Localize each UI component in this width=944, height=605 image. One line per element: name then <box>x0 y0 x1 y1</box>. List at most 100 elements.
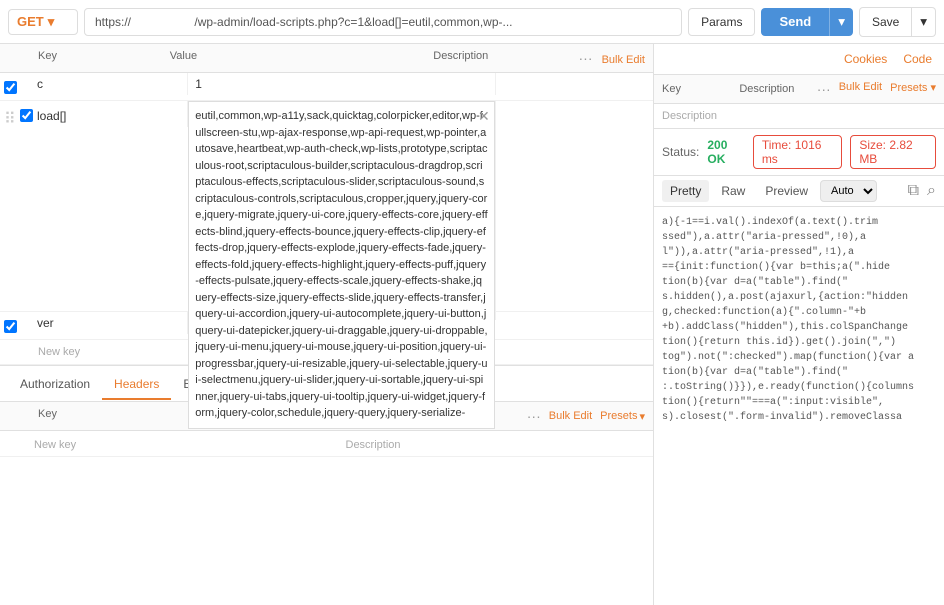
tab-preview-label: Preview <box>765 184 808 198</box>
time-label: Time: <box>762 138 792 152</box>
value-col-header: Value <box>170 50 434 66</box>
desc-col-header: Description <box>433 50 565 66</box>
tab-pretty[interactable]: Pretty <box>662 180 709 202</box>
headers-new-key-row: New key Description <box>0 431 653 457</box>
bulk-edit-button[interactable]: Bulk Edit <box>602 54 645 66</box>
desc-col <box>496 73 653 81</box>
value-col: ✕ eutil,common,wp-a11y,sack,quicktag,col… <box>188 101 496 311</box>
param-key: load[] <box>34 106 69 126</box>
headers-bulk-edit[interactable]: Bulk Edit <box>549 410 592 422</box>
tab-authorization-label: Authorization <box>20 377 90 391</box>
presets-label: Presets <box>600 410 637 422</box>
tab-headers-label: Headers <box>114 377 159 391</box>
key-col-header: Key <box>38 50 170 66</box>
rh-desc-header: Description <box>739 83 816 95</box>
top-bar: GET ▾ Params Send ▾ Save ▾ <box>0 0 944 44</box>
check-col <box>0 73 30 100</box>
size-label: Size: <box>859 138 886 152</box>
dots-menu[interactable]: ··· <box>579 50 593 66</box>
rh-key-header: Key <box>662 83 739 95</box>
table-row: ⠿ load[] ✕ eutil,common,wp-a11y,sack,qui… <box>0 101 653 312</box>
headers-desc-col: Description <box>342 433 654 455</box>
headers-new-key-placeholder[interactable]: New key <box>34 439 76 451</box>
send-button-group: Send ▾ <box>761 8 853 36</box>
tab-raw[interactable]: Raw <box>713 180 753 202</box>
desc-col <box>496 312 653 320</box>
new-key-placeholder[interactable]: New key <box>38 346 80 358</box>
desc-col <box>496 101 653 109</box>
headers-desc-placeholder: Description <box>346 439 401 451</box>
key-col: load[] <box>30 101 188 127</box>
save-dropdown-button[interactable]: ▾ <box>912 7 936 37</box>
format-select[interactable]: Auto <box>820 180 877 202</box>
rh-presets-chevron-icon: ▾ <box>930 82 936 94</box>
rh-bulk-edit[interactable]: Bulk Edit <box>839 81 882 97</box>
status-value: 200 OK <box>707 138 744 166</box>
method-chevron-icon: ▾ <box>48 14 55 30</box>
table-row: c 1 <box>0 73 653 101</box>
key-col: c <box>30 73 188 95</box>
status-label: Status: <box>662 145 699 159</box>
method-select[interactable]: GET ▾ <box>8 9 78 35</box>
check-col: ⠿ <box>0 101 30 135</box>
params-button[interactable]: Params <box>688 8 755 36</box>
params-table-header: Key Value Description ··· Bulk Edit <box>0 44 653 73</box>
search-icon[interactable]: ⌕ <box>927 182 936 200</box>
right-new-key: Description <box>654 104 944 128</box>
time-badge: Time: 1016 ms <box>753 135 843 169</box>
tab-headers[interactable]: Headers <box>102 369 171 399</box>
resp-icons: ⧉ ⌕ <box>908 182 936 200</box>
size-badge: Size: 2.82 MB <box>850 135 936 169</box>
check-col <box>0 312 30 339</box>
rh-presets[interactable]: Presets ▾ <box>890 81 936 97</box>
check-col-header <box>8 50 38 66</box>
status-bar: Status: 200 OK Time: 1016 ms Size: 2.82 … <box>654 129 944 176</box>
main-area: Key Value Description ··· Bulk Edit c 1 <box>0 44 944 605</box>
actions-header: ··· Bulk Edit Presets ▾ <box>515 408 645 424</box>
tab-preview[interactable]: Preview <box>757 180 816 202</box>
right-panel: Cookies Code Key Description ··· Bulk Ed… <box>654 44 944 605</box>
drag-handle-icon: ⠿ <box>4 109 16 129</box>
send-button[interactable]: Send <box>761 8 829 36</box>
value-col: 1 <box>188 73 496 95</box>
check-header <box>8 408 38 424</box>
save-button-group: Save ▾ <box>859 7 936 37</box>
tab-raw-label: Raw <box>721 184 745 198</box>
tab-authorization[interactable]: Authorization <box>8 369 102 399</box>
right-code-area: a){-1==i.val().indexOf(a.text().trim sse… <box>654 207 944 605</box>
row-checkbox[interactable] <box>4 320 17 333</box>
headers-presets[interactable]: Presets ▾ <box>600 410 645 423</box>
param-value: 1 <box>192 74 205 94</box>
cookies-tab[interactable]: Cookies <box>840 48 891 70</box>
presets-chevron-icon: ▾ <box>639 410 645 423</box>
headers-dots-menu[interactable]: ··· <box>527 408 541 424</box>
copy-icon[interactable]: ⧉ <box>908 182 919 200</box>
url-input[interactable] <box>84 8 682 36</box>
rh-actions-header: ··· Bulk Edit Presets ▾ <box>817 81 936 97</box>
rh-dots-menu[interactable]: ··· <box>817 81 831 97</box>
right-headers-header: Key Description ··· Bulk Edit Presets ▾ <box>654 75 944 104</box>
key-col: ver <box>30 312 188 334</box>
right-new-key-placeholder: Description <box>662 110 717 122</box>
actions-col-header: ··· Bulk Edit <box>565 50 645 66</box>
param-key: ver <box>34 313 57 333</box>
method-label: GET <box>17 14 44 29</box>
param-key: c <box>34 74 46 94</box>
left-panel: Key Value Description ··· Bulk Edit c 1 <box>0 44 654 605</box>
response-tabs: Pretty Raw Preview Auto ⧉ ⌕ <box>654 176 944 207</box>
send-dropdown-button[interactable]: ▾ <box>829 8 853 36</box>
headers-key-col: New key <box>30 433 342 455</box>
right-code-text: a){-1==i.val().indexOf(a.text().trim sse… <box>662 217 914 423</box>
rh-presets-label: Presets <box>890 82 927 94</box>
params-table: Key Value Description ··· Bulk Edit c 1 <box>0 44 653 366</box>
tab-pretty-label: Pretty <box>670 184 701 198</box>
value-expanded[interactable]: ✕ eutil,common,wp-a11y,sack,quicktag,col… <box>188 101 495 429</box>
close-icon[interactable]: ✕ <box>478 106 490 127</box>
code-tab[interactable]: Code <box>899 48 936 70</box>
right-top-tabs: Cookies Code <box>654 44 944 75</box>
headers-check-col <box>0 440 30 448</box>
save-button[interactable]: Save <box>859 7 912 37</box>
right-headers-area: Key Description ··· Bulk Edit Presets ▾ … <box>654 75 944 129</box>
row-checkbox[interactable] <box>4 81 17 94</box>
expanded-value-text: eutil,common,wp-a11y,sack,quicktag,color… <box>195 110 487 419</box>
